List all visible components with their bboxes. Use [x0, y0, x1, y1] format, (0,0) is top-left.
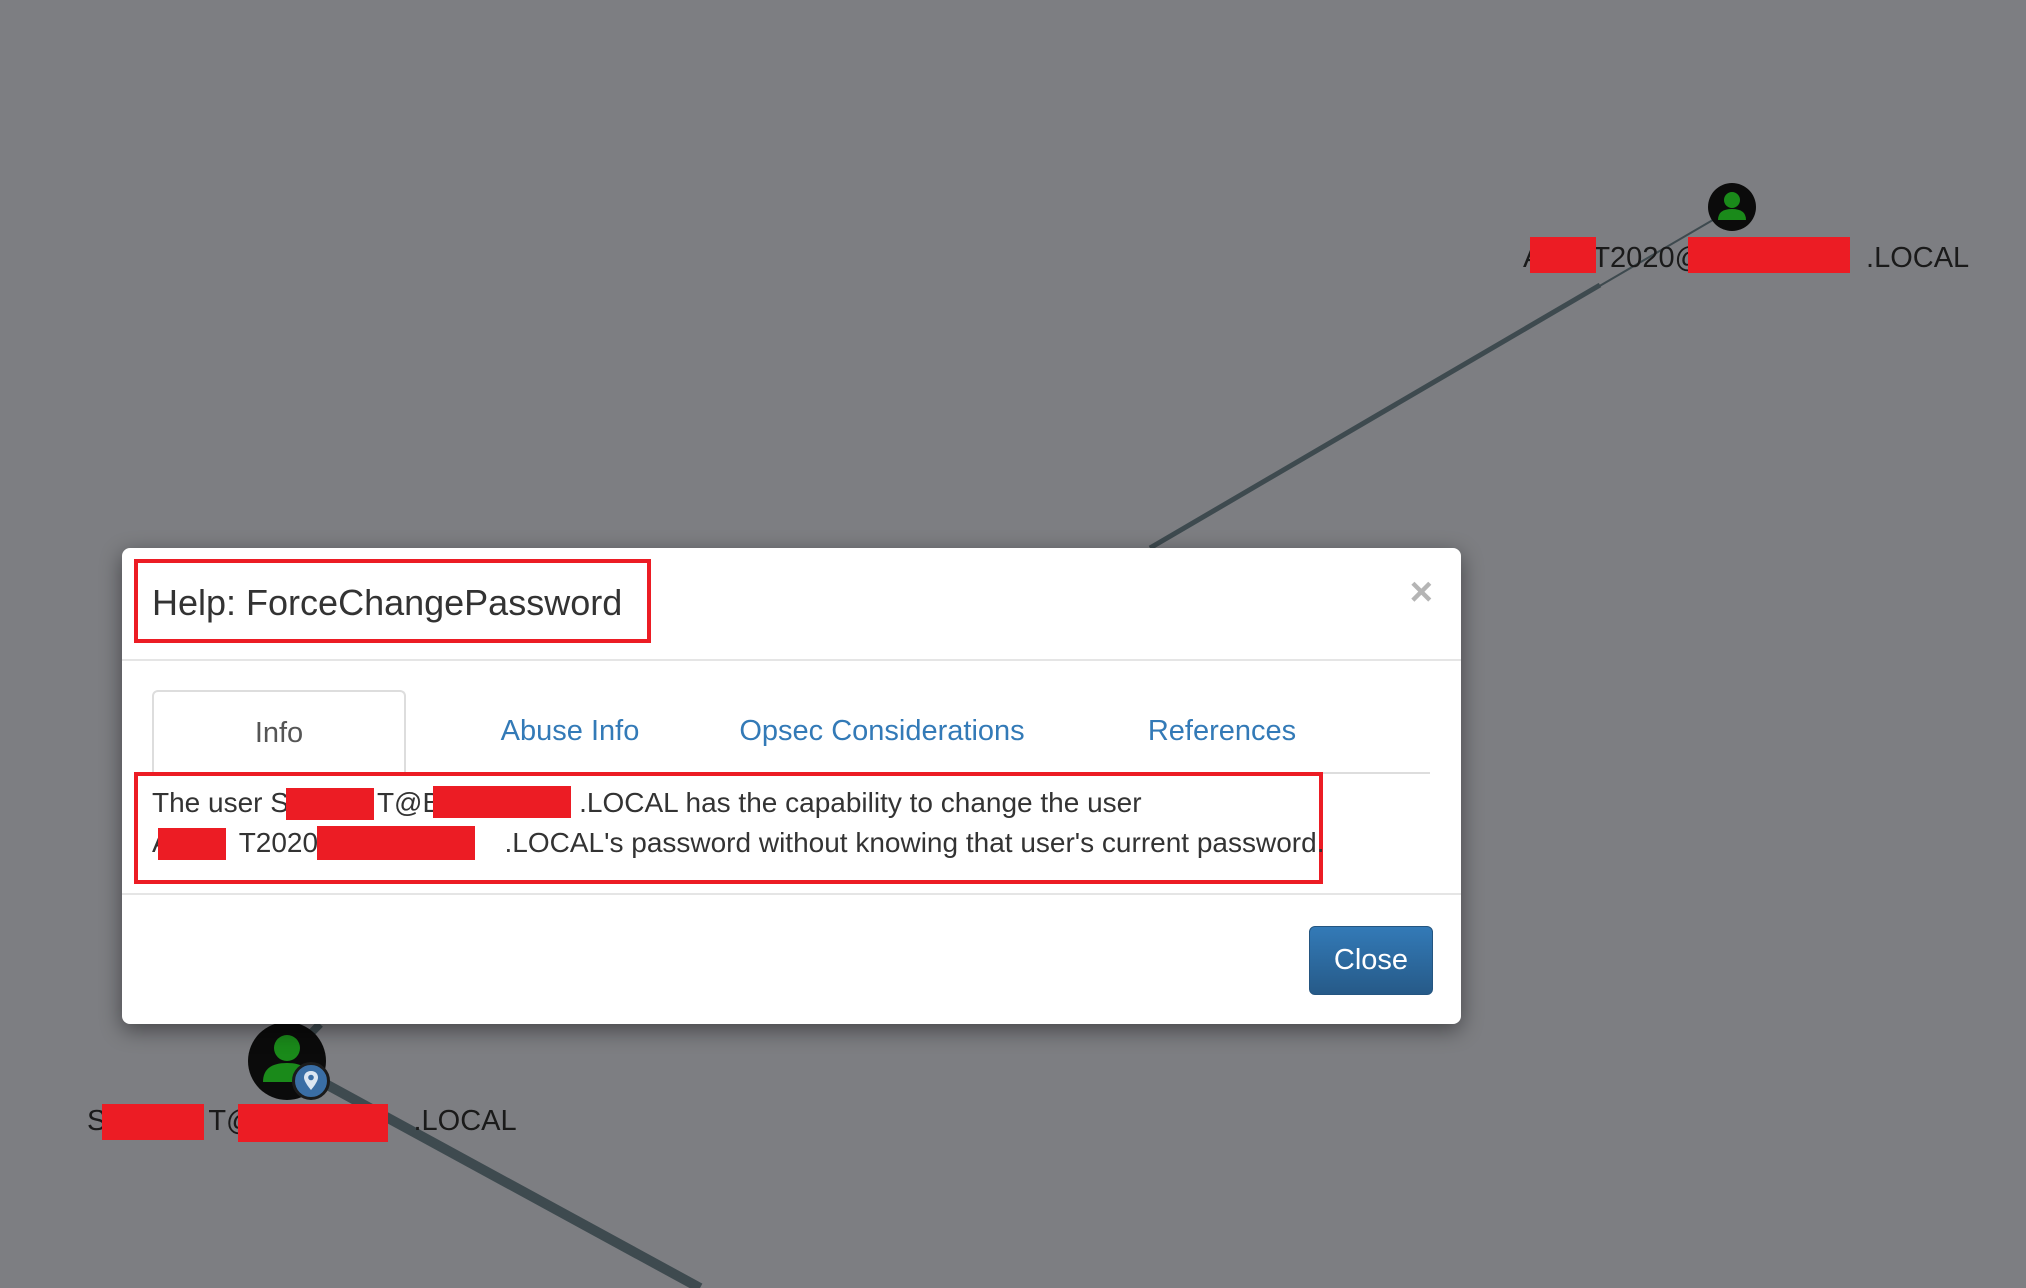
user-icon: [1718, 192, 1746, 220]
redaction-block: [102, 1104, 204, 1140]
redaction-block: [158, 828, 226, 860]
modal-title: Help: ForceChangePassword: [152, 582, 623, 623]
tab-opsec-considerations[interactable]: Opsec Considerations: [722, 690, 1042, 772]
graph-canvas[interactable]: AT2020@.LOCAL ST@.LOCAL Help: ForceChang…: [0, 0, 2026, 1288]
redaction-block: [1530, 237, 1596, 273]
close-button[interactable]: Close: [1309, 926, 1433, 995]
help-modal: Help: ForceChangePassword × Info Abuse I…: [122, 548, 1461, 1024]
edge-bottom-lower[interactable]: [297, 1065, 703, 1288]
modal-header: Help: ForceChangePassword ×: [122, 548, 1461, 661]
modal-tabs: Info Abuse Info Opsec Considerations Ref…: [152, 690, 1430, 774]
redaction-block: [1688, 237, 1850, 273]
location-pin-icon: [292, 1062, 330, 1100]
redaction-block: [238, 1104, 388, 1142]
tab-info[interactable]: Info: [152, 690, 406, 774]
redaction-block: [286, 788, 374, 820]
edge-force-change-password[interactable]: [1148, 282, 1602, 551]
redaction-block: [433, 786, 571, 818]
tab-abuse-info[interactable]: Abuse Info: [470, 690, 670, 772]
modal-footer-divider: [122, 893, 1461, 895]
user-node-top[interactable]: [1708, 183, 1756, 231]
redaction-block: [317, 826, 475, 860]
close-icon[interactable]: ×: [1410, 572, 1433, 612]
tab-references[interactable]: References: [1146, 690, 1298, 772]
